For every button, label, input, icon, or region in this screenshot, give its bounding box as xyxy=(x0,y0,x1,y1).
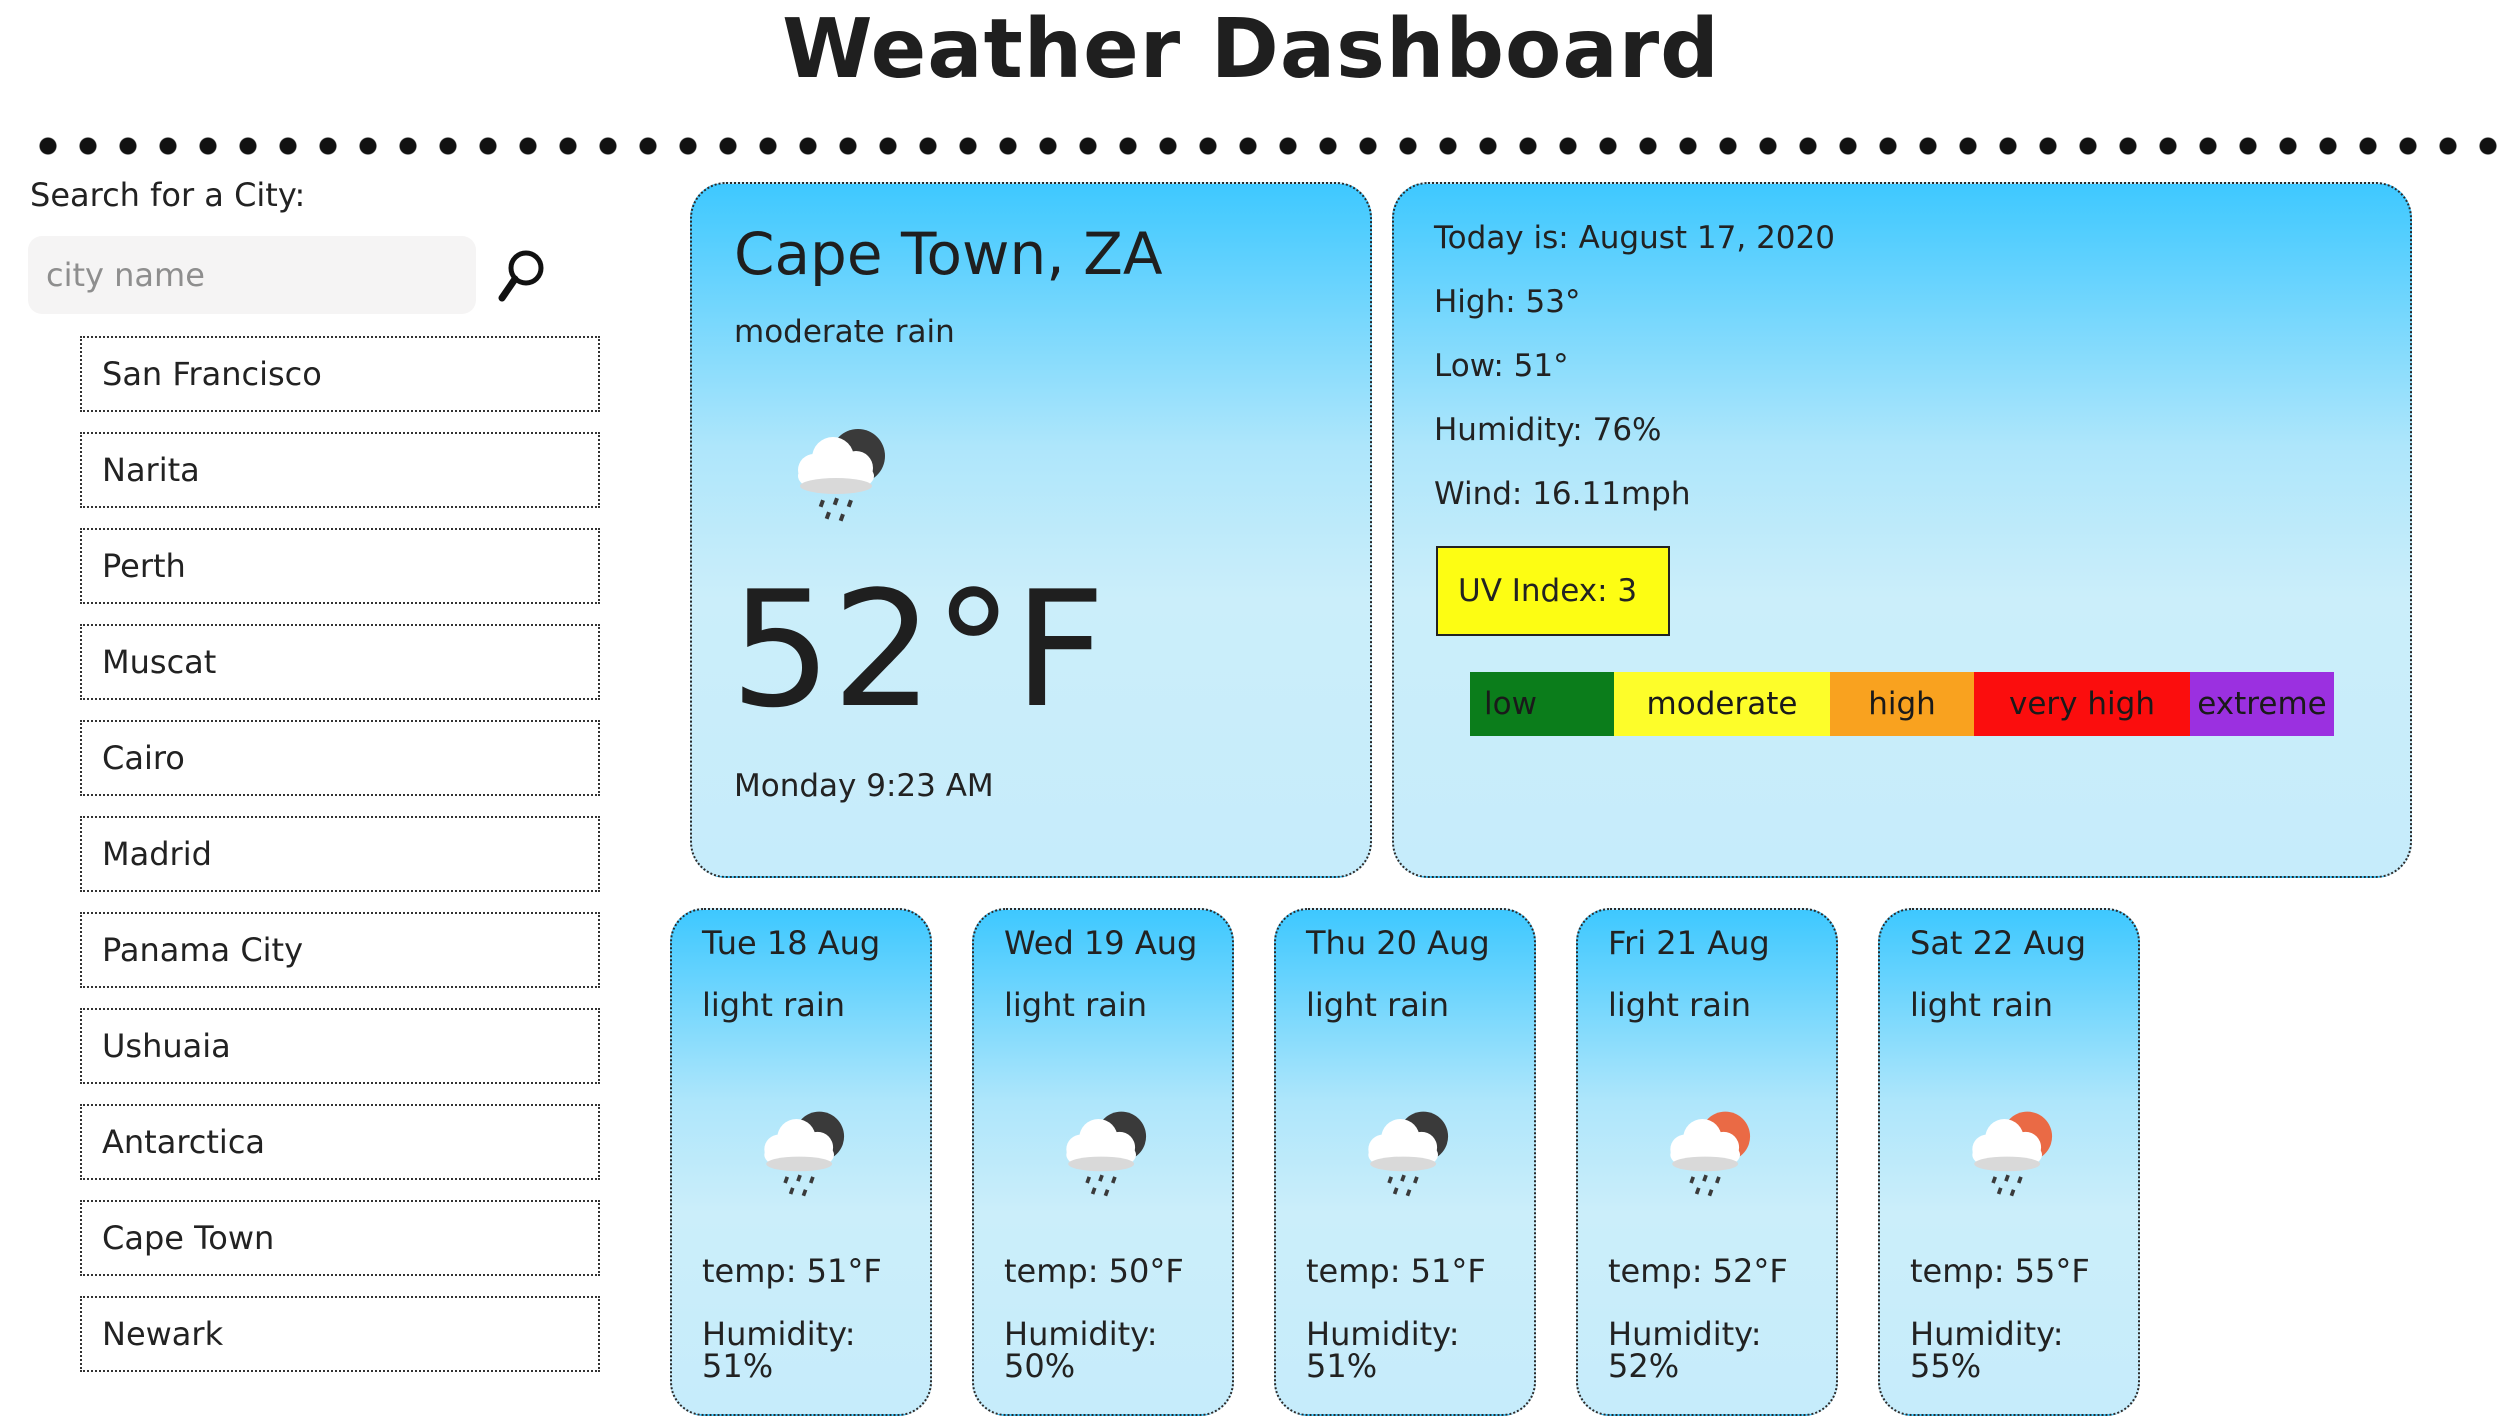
city-button-newark[interactable]: Newark xyxy=(80,1296,600,1372)
uv-index-badge: UV Index: 3 xyxy=(1436,546,1670,636)
city-button-panama-city[interactable]: Panama City xyxy=(80,912,600,988)
weather-dashboard-page: Weather Dashboard Search for a City: San… xyxy=(0,0,2502,1422)
forecast-humidity: Humidity: 51% xyxy=(702,1315,856,1385)
rain-night-icon xyxy=(746,1100,856,1204)
forecast-card: Tue 18 Aug light rain temp: 51°F Humidit… xyxy=(670,908,932,1416)
city-button-ushuaia[interactable]: Ushuaia xyxy=(80,1008,600,1084)
forecast-card: Fri 21 Aug light rain temp: 52°F Humidit… xyxy=(1576,908,1838,1416)
city-button-san-francisco[interactable]: San Francisco xyxy=(80,336,600,412)
forecast-humidity: Humidity: 51% xyxy=(1306,1315,1460,1385)
forecast-card: Sat 22 Aug light rain temp: 55°F Humidit… xyxy=(1878,908,2140,1416)
rain-night-icon xyxy=(778,418,898,528)
wind-speed: Wind: 16.11mph xyxy=(1434,476,1691,512)
search-button[interactable] xyxy=(494,246,550,306)
uv-scale-low: low xyxy=(1470,672,1614,736)
forecast-temp: temp: 51°F xyxy=(702,1252,882,1290)
uv-scale-high: high xyxy=(1830,672,1974,736)
recent-cities-list: San Francisco Narita Perth Muscat Cairo … xyxy=(80,336,600,1392)
forecast-condition: light rain xyxy=(1608,986,1752,1024)
forecast-condition: light rain xyxy=(702,986,846,1024)
forecast-temp: temp: 50°F xyxy=(1004,1252,1184,1290)
forecast-humidity: Humidity: 52% xyxy=(1608,1315,1762,1385)
weather-details-card: Today is: August 17, 2020 High: 53° Low:… xyxy=(1392,182,2412,878)
forecast-date: Thu 20 Aug xyxy=(1306,924,1490,962)
rain-night-icon xyxy=(1350,1100,1460,1204)
rain-day-icon xyxy=(1652,1100,1762,1204)
uv-scale-moderate: moderate xyxy=(1614,672,1830,736)
forecast-card: Wed 19 Aug light rain temp: 50°F Humidit… xyxy=(972,908,1234,1416)
forecast-temp: temp: 55°F xyxy=(1910,1252,2090,1290)
forecast-date: Tue 18 Aug xyxy=(702,924,881,962)
forecast-humidity: Humidity: 55% xyxy=(1910,1315,2064,1385)
current-condition: moderate rain xyxy=(734,314,955,350)
forecast-humidity: Humidity: 50% xyxy=(1004,1315,1158,1385)
low-temp: Low: 51° xyxy=(1434,348,1569,384)
uv-scale-extreme: extreme xyxy=(2190,672,2334,736)
uv-scale-very-high: very high xyxy=(1974,672,2190,736)
forecast-condition: light rain xyxy=(1306,986,1450,1024)
rain-night-icon xyxy=(1048,1100,1158,1204)
city-button-cape-town[interactable]: Cape Town xyxy=(80,1200,600,1276)
forecast-condition: light rain xyxy=(1910,986,2054,1024)
rain-day-icon xyxy=(1954,1100,2064,1204)
forecast-temp: temp: 51°F xyxy=(1306,1252,1486,1290)
city-button-narita[interactable]: Narita xyxy=(80,432,600,508)
forecast-date: Fri 21 Aug xyxy=(1608,924,1770,962)
forecast-condition: light rain xyxy=(1004,986,1148,1024)
page-title: Weather Dashboard xyxy=(782,2,1720,97)
magnifier-icon xyxy=(498,250,544,302)
forecast-temp: temp: 52°F xyxy=(1608,1252,1788,1290)
uv-scale-legend: low moderate high very high extreme xyxy=(1470,672,2334,736)
city-button-antarctica[interactable]: Antarctica xyxy=(80,1104,600,1180)
search-input[interactable] xyxy=(28,236,476,314)
search-label: Search for a City: xyxy=(30,176,306,214)
current-city-name: Cape Town, ZA xyxy=(734,220,1163,288)
humidity: Humidity: 76% xyxy=(1434,412,1662,448)
forecast-date: Sat 22 Aug xyxy=(1910,924,2087,962)
city-button-muscat[interactable]: Muscat xyxy=(80,624,600,700)
city-button-madrid[interactable]: Madrid xyxy=(80,816,600,892)
current-weather-card: Cape Town, ZA moderate rain 52°F Monday … xyxy=(690,182,1372,878)
current-temperature: 52°F xyxy=(730,556,1106,743)
city-button-cairo[interactable]: Cairo xyxy=(80,720,600,796)
high-temp: High: 53° xyxy=(1434,284,1581,320)
forecast-date: Wed 19 Aug xyxy=(1004,924,1198,962)
city-button-perth[interactable]: Perth xyxy=(80,528,600,604)
forecast-card: Thu 20 Aug light rain temp: 51°F Humidit… xyxy=(1274,908,1536,1416)
dotted-divider xyxy=(28,136,2498,156)
today-date: Today is: August 17, 2020 xyxy=(1434,220,1835,256)
current-datetime: Monday 9:23 AM xyxy=(734,768,994,804)
